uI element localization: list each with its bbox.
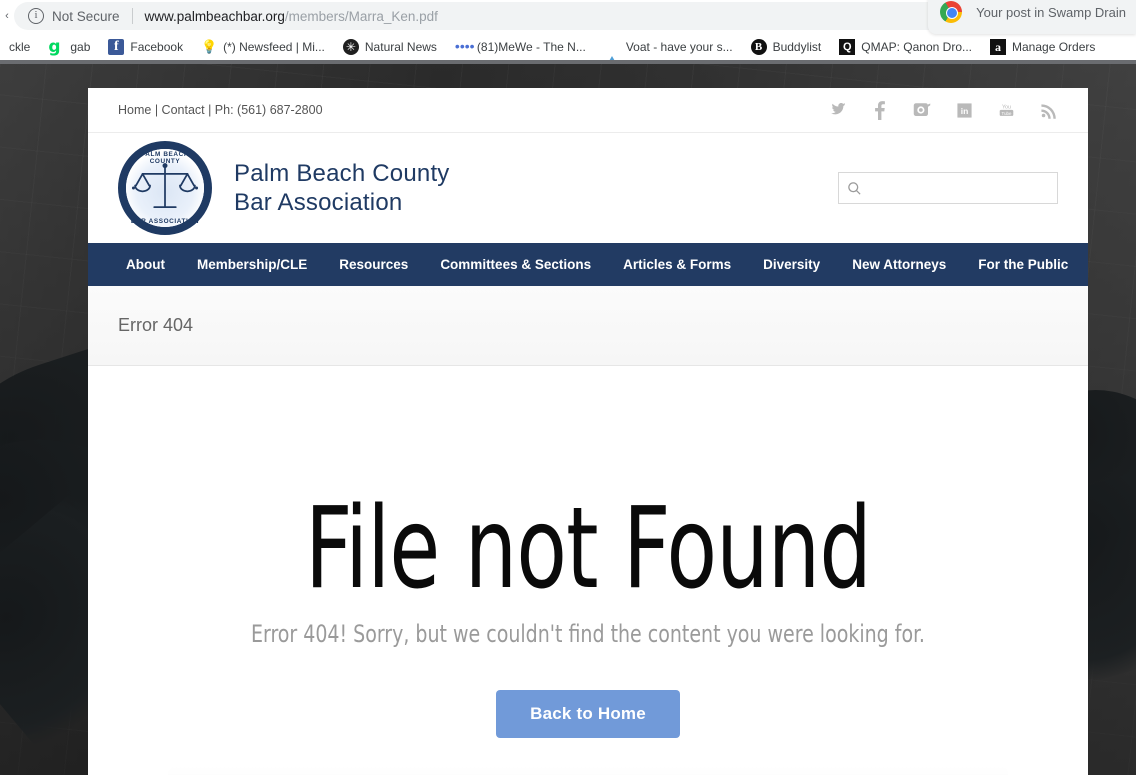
bookmark-label: Natural News — [364, 40, 437, 54]
gab-icon: g — [48, 37, 61, 57]
url-host: www.palmbeachbar.org — [144, 8, 285, 24]
svg-text:Tube: Tube — [1001, 110, 1011, 115]
bookmark-label: gab — [70, 40, 91, 54]
brand-name-line-1: Palm Beach County — [234, 159, 450, 187]
bar-association-seal-logo: PALM BEACH COUNTY BAR ASSOCIATION — [118, 141, 212, 235]
back-arrow-icon[interactable]: ‹ — [0, 0, 14, 32]
nav-item-about[interactable]: About — [110, 257, 181, 272]
bookmark-label: QMAP: Qanon Dro... — [861, 40, 972, 54]
youtube-icon[interactable]: You Tube — [996, 100, 1016, 120]
qmap-icon: Q — [839, 39, 856, 55]
main-navigation: About Membership/CLE Resources Committee… — [88, 243, 1088, 286]
natural-news-icon: ✳ — [342, 39, 359, 55]
back-to-home-button[interactable]: Back to Home — [496, 690, 680, 739]
background-top-strip — [0, 60, 1136, 64]
facebook-icon[interactable] — [870, 100, 890, 120]
facebook-icon: f — [108, 39, 125, 55]
bookmark-item[interactable]: ✳ Natural News — [334, 35, 446, 59]
bookmark-label: (*) Newsfeed | Mi... — [223, 40, 325, 54]
twitter-icon[interactable] — [828, 100, 848, 120]
search-input[interactable] — [870, 180, 1049, 196]
footer-panel — [168, 766, 1008, 775]
bookmark-label: ckle — [9, 40, 31, 54]
rss-icon[interactable] — [1038, 100, 1058, 120]
url-text: www.palmbeachbar.org/members/Marra_Ken.p… — [145, 9, 438, 24]
nav-item-committees-sections[interactable]: Committees & Sections — [424, 257, 607, 272]
chrome-logo-icon — [940, 1, 963, 23]
bookmarks-bar: ckle g gab f Facebook 💡 (*) Newsfeed | M… — [0, 34, 1136, 60]
nav-item-resources[interactable]: Resources — [323, 257, 424, 272]
utility-bar: Home | Contact | Ph: (561) 687-2800 in Y… — [88, 88, 1088, 133]
nav-item-for-the-public[interactable]: For the Public — [962, 257, 1084, 272]
chrome-notification-popup[interactable]: Your post in Swamp Drain — [928, 0, 1136, 34]
bookmark-label: Voat - have your s... — [625, 40, 733, 54]
bookmark-item[interactable]: f Facebook — [99, 35, 192, 59]
utility-links[interactable]: Home | Contact | Ph: (561) 687-2800 — [118, 103, 323, 117]
linkedin-icon[interactable]: in — [954, 100, 974, 120]
error-heading: File not Found — [305, 484, 872, 614]
notification-text: Your post in Swamp Drain — [976, 4, 1126, 20]
brand-name: Palm Beach County Bar Association — [234, 159, 450, 218]
site-search-box[interactable] — [838, 172, 1058, 204]
bookmark-label: (81)MeWe - The N... — [476, 40, 586, 54]
nav-item-new-attorneys[interactable]: New Attorneys — [836, 257, 962, 272]
nav-item-membership-cle[interactable]: Membership/CLE — [181, 257, 323, 272]
brand-row: PALM BEACH COUNTY BAR ASSOCIATION Palm B… — [88, 133, 1088, 243]
instagram-icon[interactable] — [912, 100, 932, 120]
social-links: in You Tube — [828, 100, 1058, 120]
brand-lockup[interactable]: PALM BEACH COUNTY BAR ASSOCIATION Palm B… — [118, 141, 450, 235]
page-title-bar: Error 404 — [88, 286, 1088, 366]
amazon-icon: a — [990, 39, 1006, 55]
bookmark-item[interactable]: B Buddylist — [742, 35, 831, 59]
security-status-label: Not Secure — [52, 8, 120, 24]
seal-top-text: PALM BEACH COUNTY — [140, 151, 190, 165]
page-viewport: Home | Contact | Ph: (561) 687-2800 in Y… — [0, 60, 1136, 775]
info-icon[interactable]: i — [28, 8, 44, 24]
bookmark-label: Buddylist — [772, 40, 822, 54]
bookmark-item[interactable]: 💡 (*) Newsfeed | Mi... — [192, 35, 334, 59]
url-path: /members/Marra_Ken.pdf — [284, 8, 438, 24]
lightbulb-icon: 💡 — [201, 39, 218, 54]
search-icon — [848, 181, 861, 195]
nav-item-articles-forms[interactable]: Articles & Forms — [607, 257, 747, 272]
page-title: Error 404 — [118, 315, 194, 335]
bookmark-label: Manage Orders — [1012, 40, 1096, 54]
omnibox-divider — [131, 8, 133, 24]
nav-item-diversity[interactable]: Diversity — [747, 257, 836, 272]
svg-text:You: You — [1001, 104, 1010, 110]
voat-icon — [603, 39, 620, 60]
bookmark-item[interactable]: Voat - have your s... — [595, 35, 742, 60]
svg-text:in: in — [960, 106, 968, 116]
error-content: File not Found Error 404! Sorry, but we … — [88, 366, 1088, 775]
brand-name-line-2: Bar Association — [234, 189, 403, 216]
bookmark-item[interactable]: ckle — [0, 35, 39, 59]
bookmark-item[interactable]: Q QMAP: Qanon Dro... — [830, 35, 981, 59]
bookmark-item[interactable]: a Manage Orders — [981, 35, 1104, 59]
site-container: Home | Contact | Ph: (561) 687-2800 in Y… — [88, 88, 1088, 775]
bookmark-item[interactable]: •••• (81)MeWe - The N... — [446, 35, 595, 59]
buddylist-icon: B — [750, 39, 767, 55]
error-message: Error 404! Sorry, but we couldn't find t… — [251, 620, 925, 649]
mewe-icon: •••• — [454, 38, 475, 54]
error-actions: Back to Home — [118, 690, 1058, 739]
bookmark-item[interactable]: g gab — [39, 35, 99, 59]
bookmark-label: Facebook — [130, 40, 184, 54]
seal-bottom-text: BAR ASSOCIATION — [130, 218, 200, 225]
